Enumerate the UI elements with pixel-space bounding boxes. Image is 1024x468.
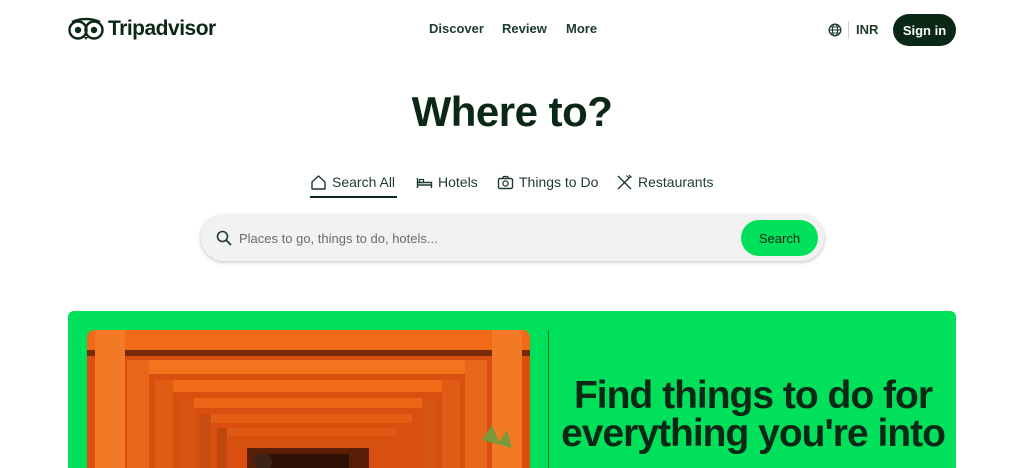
promo-divider [548, 330, 549, 468]
promo-banner[interactable]: Find things to do for everything you're … [68, 311, 956, 468]
nav-review[interactable]: Review [502, 21, 547, 36]
search-category-tabs: Search All Hotels Things to Do Restauran… [0, 170, 1024, 200]
torii-gates-illustration [87, 330, 530, 468]
brand-name: Tripadvisor [108, 17, 216, 40]
tab-label: Hotels [438, 174, 478, 190]
tab-restaurants[interactable]: Restaurants [616, 170, 713, 194]
search-icon [216, 230, 232, 246]
nav-more[interactable]: More [566, 21, 597, 36]
page-title: Where to? [411, 88, 613, 135]
tab-label: Things to Do [519, 174, 599, 190]
tab-search-all[interactable]: Search All [310, 170, 395, 194]
tripadvisor-logo[interactable]: Tripadvisor [68, 17, 216, 41]
bed-icon [416, 177, 433, 188]
torii-gates-photo [87, 330, 530, 468]
tab-label: Restaurants [638, 174, 714, 190]
owl-logo-icon [68, 17, 104, 40]
search-input[interactable] [239, 224, 729, 252]
header-divider [848, 21, 849, 39]
promo-heading: Find things to do for everything you're … [561, 374, 946, 455]
search-button[interactable]: Search [741, 220, 818, 256]
sign-in-button[interactable]: Sign in [893, 14, 956, 46]
camera-icon [497, 175, 514, 189]
site-header: Tripadvisor Discover Review More INR Sig… [0, 0, 1024, 60]
globe-icon[interactable] [828, 23, 842, 37]
tab-hotels[interactable]: Hotels [416, 170, 478, 194]
active-tab-indicator [310, 196, 397, 198]
tab-things-to-do[interactable]: Things to Do [497, 170, 598, 194]
currency-selector[interactable]: INR [856, 22, 878, 37]
home-icon [311, 174, 326, 190]
search-bar: Search [201, 215, 824, 261]
utensils-icon [617, 174, 632, 189]
tab-label: Search All [332, 174, 396, 190]
nav-discover[interactable]: Discover [429, 21, 484, 36]
